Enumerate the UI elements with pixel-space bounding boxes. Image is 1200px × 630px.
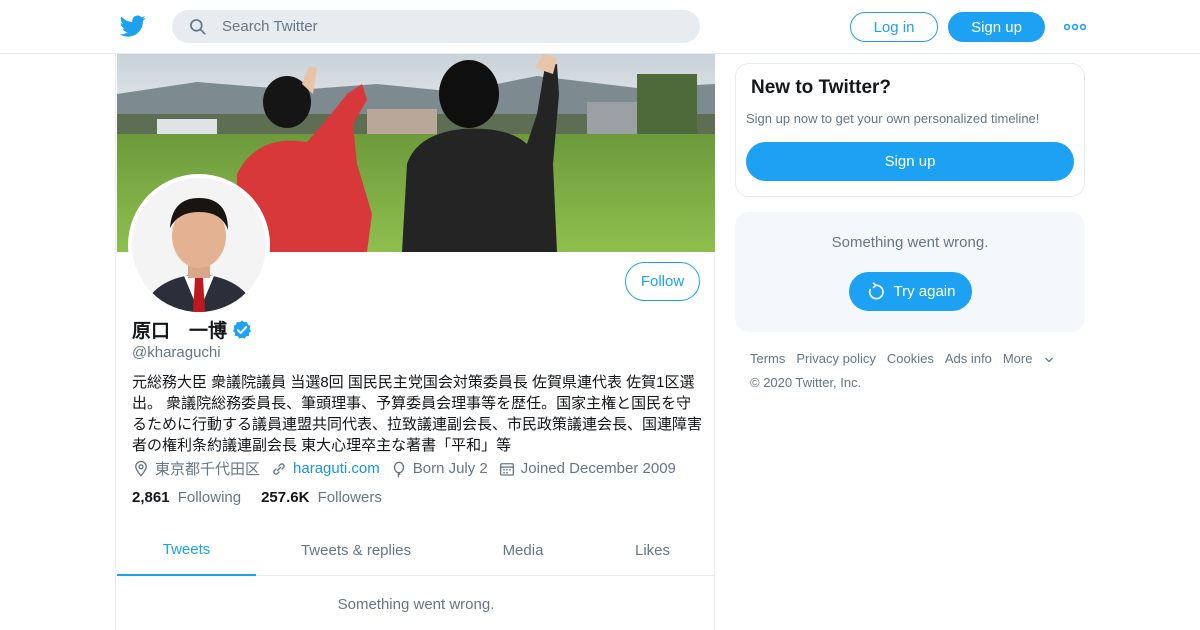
tab-tweets[interactable]: Tweets — [117, 524, 256, 576]
following-count-link[interactable]: 2,861 Following — [132, 489, 241, 506]
location-text: 東京都千代田区 — [155, 461, 261, 478]
location-pin-icon — [135, 460, 147, 477]
tab-media[interactable]: Media — [456, 524, 590, 576]
verified-badge-icon — [232, 319, 252, 339]
footer-link-terms[interactable]: Terms — [750, 351, 785, 366]
footer-link-privacy[interactable]: Privacy policy — [796, 351, 875, 366]
link-icon — [273, 462, 285, 475]
twitter-bird-logo-icon[interactable] — [119, 13, 147, 39]
new-to-twitter-title: New to Twitter? — [751, 77, 892, 98]
new-to-twitter-subtitle: Sign up now to get your own personalized… — [746, 111, 1040, 126]
birthday-text: Born July 2 — [412, 460, 488, 477]
top-navigation-bar: Log in Sign up — [0, 0, 1200, 54]
following-count: 2,861 — [132, 489, 170, 506]
search-input[interactable] — [222, 18, 662, 35]
search-icon — [190, 18, 206, 35]
followers-label: Followers — [317, 489, 382, 506]
profile-bio: 元総務大臣 衆議院議員 当選8回 国民民主党国会対策委員長 佐賀県連代表 佐賀1… — [132, 374, 703, 454]
sidebar-error-message: Something went wrong. — [831, 234, 989, 251]
chevron-down-icon — [1045, 357, 1054, 362]
follow-counts: 2,861 Following 257.6K Followers — [132, 489, 402, 506]
follow-button[interactable]: Follow — [625, 262, 700, 301]
location-item: 東京都千代田区 — [132, 458, 260, 479]
followers-count-link[interactable]: 257.6K Followers — [261, 489, 382, 506]
joined-text: Joined December 2009 — [520, 460, 676, 477]
try-again-label: Try again — [893, 283, 956, 300]
footer: Terms Privacy policy Cookies Ads info Mo… — [750, 351, 1080, 390]
profile-tabs: Tweets Tweets & replies Media Likes — [117, 524, 715, 576]
followers-count: 257.6K — [261, 489, 310, 506]
profile-name: 原口 一博 — [132, 316, 253, 343]
signup-button[interactable]: Sign up — [948, 12, 1045, 42]
sidebar-error-card: Something went wrong. Try again — [735, 212, 1085, 332]
footer-link-ads-info[interactable]: Ads info — [945, 351, 992, 366]
try-again-button[interactable]: Try again — [849, 272, 972, 311]
profile-handle: @kharaguchi — [132, 344, 221, 361]
website-link[interactable]: haraguti.com — [293, 460, 380, 477]
tab-tweets-and-replies[interactable]: Tweets & replies — [256, 524, 456, 576]
following-label: Following — [177, 489, 242, 506]
balloon-icon — [393, 461, 404, 478]
timeline-error-message: Something went wrong. — [337, 596, 495, 613]
profile-column: Follow 原口 一博 @kharaguchi 元総務大臣 衆議院議員 当選8… — [115, 54, 715, 630]
more-options-icon[interactable] — [1064, 22, 1086, 32]
profile-avatar[interactable] — [128, 174, 270, 316]
sidebar-signup-button[interactable]: Sign up — [746, 142, 1074, 181]
tab-likes[interactable]: Likes — [590, 524, 715, 576]
website-item: haraguti.com — [270, 460, 380, 478]
footer-link-cookies[interactable]: Cookies — [887, 351, 934, 366]
profile-display-name: 原口 一博 — [132, 321, 228, 342]
footer-copyright: © 2020 Twitter, Inc. — [750, 375, 862, 390]
refresh-icon — [868, 281, 884, 299]
birthday-item: Born July 2 — [390, 460, 488, 478]
footer-more-menu[interactable]: More — [1003, 351, 1056, 366]
joined-item: Joined December 2009 — [498, 460, 676, 478]
footer-links: Terms Privacy policy Cookies Ads info Mo… — [750, 351, 1080, 366]
footer-more-label: More — [1002, 351, 1033, 366]
new-to-twitter-card: New to Twitter? Sign up now to get your … — [735, 63, 1085, 197]
login-button[interactable]: Log in — [850, 12, 938, 42]
profile-meta: 東京都千代田区 haraguti.com Born July 2 Joined … — [132, 458, 686, 479]
search-box[interactable] — [172, 10, 700, 43]
calendar-icon — [499, 462, 514, 476]
